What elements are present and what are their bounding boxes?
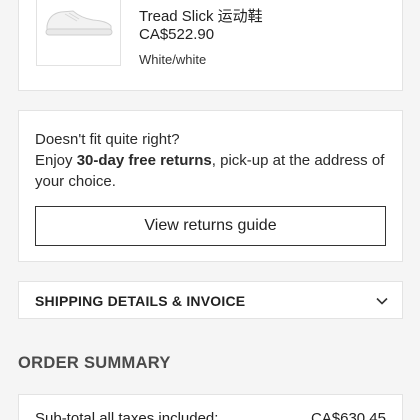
returns-highlight: 30-day free returns xyxy=(76,152,212,169)
returns-card: Doesn't fit quite right? Enjoy 30-day fr… xyxy=(18,110,403,262)
returns-message: Doesn't fit quite right? Enjoy 30-day fr… xyxy=(35,129,391,192)
shipping-details-title: SHIPPING DETAILS & INVOICE xyxy=(35,293,246,309)
product-image[interactable] xyxy=(36,0,121,66)
order-confirmation-page: Tread Slick 运动鞋 CA$522.90 White/white Do… xyxy=(0,0,420,420)
view-returns-guide-button[interactable]: View returns guide xyxy=(35,206,386,246)
order-summary-heading: ORDER SUMMARY xyxy=(18,354,171,372)
sneaker-icon xyxy=(45,10,113,36)
subtotal-value: CA$630.45 xyxy=(310,410,386,420)
product-price: CA$522.90 xyxy=(139,26,215,43)
returns-prefix: Enjoy xyxy=(35,152,77,169)
product-card: Tread Slick 运动鞋 CA$522.90 White/white xyxy=(18,0,403,91)
subtotal-label: Sub-total all taxes included: xyxy=(35,410,219,420)
returns-intro: Doesn't fit quite right? xyxy=(35,131,180,148)
order-summary-card: Sub-total all taxes included: CA$630.45 xyxy=(18,394,403,420)
shipping-details-accordion[interactable]: SHIPPING DETAILS & INVOICE xyxy=(18,281,403,319)
chevron-down-icon xyxy=(376,297,388,305)
product-color: White/white xyxy=(139,52,207,67)
product-name: Tread Slick 运动鞋 xyxy=(139,8,263,25)
